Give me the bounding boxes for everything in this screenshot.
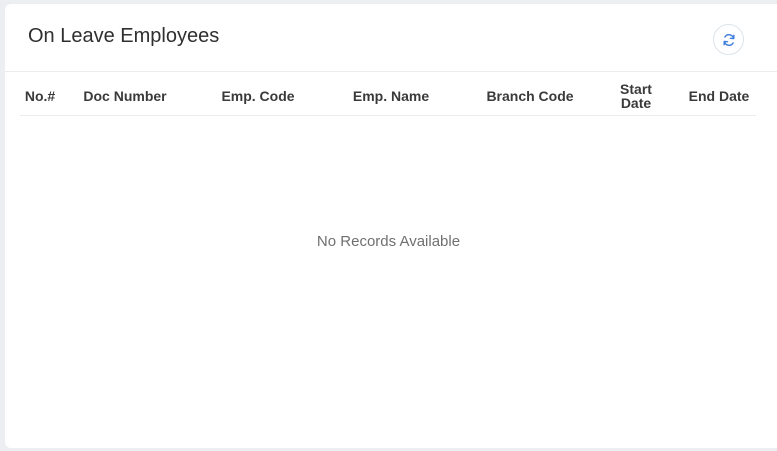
refresh-icon [722,33,736,47]
column-header-end-date[interactable]: End Date [684,76,754,116]
column-header-branch-code[interactable]: Branch Code [478,76,582,116]
column-header-no[interactable]: No.# [20,76,60,116]
column-header-emp-name[interactable]: Emp. Name [345,76,437,116]
panel-header: On Leave Employees [5,4,777,72]
empty-state-message: No Records Available [316,233,461,250]
table-header-row: No.# Doc Number Emp. Code Emp. Name Bran… [20,76,756,116]
column-header-start-date[interactable]: Start Date [611,76,661,116]
column-header-emp-code[interactable]: Emp. Code [212,76,304,116]
column-header-doc-number[interactable]: Doc Number [80,76,170,116]
on-leave-employees-panel: On Leave Employees [5,4,777,448]
refresh-button[interactable] [713,24,744,55]
panel-title: On Leave Employees [28,25,220,47]
